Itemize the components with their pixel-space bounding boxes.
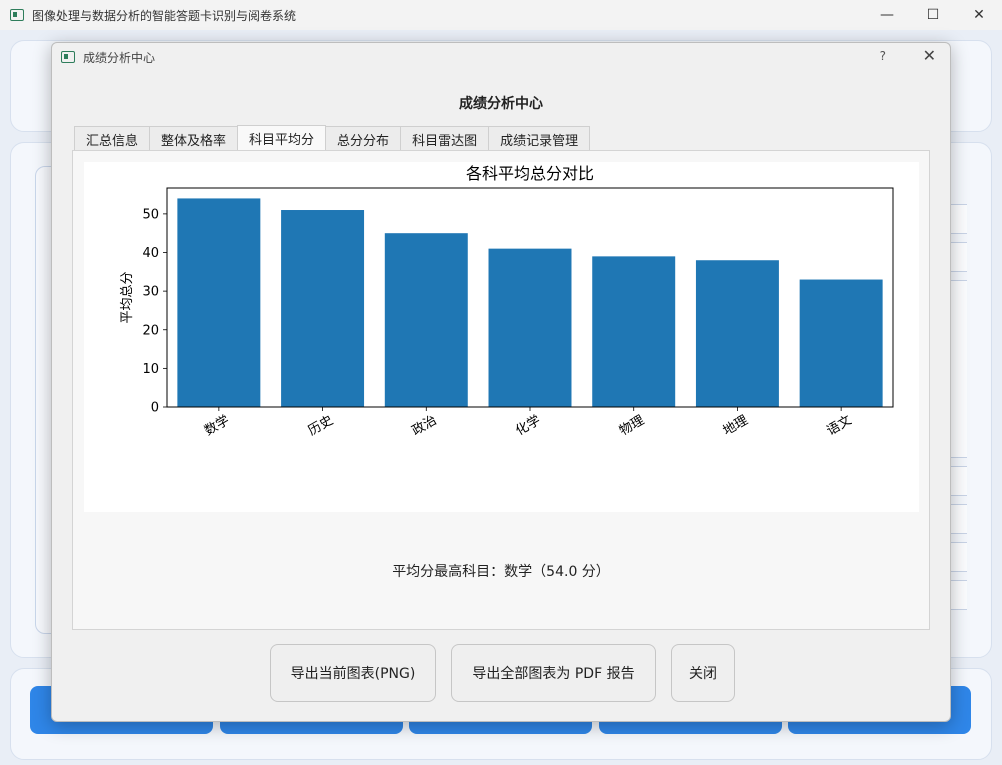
y-tick-label: 40 xyxy=(142,246,159,261)
main-title-bar: 图像处理与数据分析的智能答题卡识别与阅卷系统 — ☐ ✕ xyxy=(0,0,1002,30)
tab-record-management[interactable]: 成绩记录管理 xyxy=(488,126,591,151)
x-tick-label: 化学 xyxy=(513,412,544,439)
minimize-icon[interactable]: — xyxy=(864,0,910,30)
y-tick-label: 10 xyxy=(142,362,159,377)
tab-summary[interactable]: 汇总信息 xyxy=(74,126,151,151)
export-png-button[interactable]: 导出当前图表(PNG) xyxy=(270,644,436,702)
chart-area: 各科平均总分对比数学 历史 政治 化学 物理 地理 语文 0 10 20 30 40 50 平均总分 xyxy=(84,162,919,512)
tab-pass-rate[interactable]: 整体及格率 xyxy=(149,126,239,151)
chart-title: 各科平均总分对比 xyxy=(466,164,594,183)
tab-pane-subject-average: 各科平均总分对比数学 历史 政治 化学 物理 地理 语文 0 10 20 30 40 50 平均总分 平均… xyxy=(72,150,930,630)
dialog-close-icon[interactable]: ✕ xyxy=(923,46,936,65)
x-tick-label: 物理 xyxy=(617,413,647,439)
bar-数学 xyxy=(177,198,261,407)
y-tick-label: 20 xyxy=(142,323,159,338)
x-tick-label: 语文 xyxy=(824,413,854,439)
dialog-app-icon xyxy=(61,51,75,63)
bar-化学 xyxy=(488,248,572,407)
y-tick-label: 50 xyxy=(142,207,159,222)
bar-历史 xyxy=(281,210,365,407)
tab-score-distribution[interactable]: 总分分布 xyxy=(325,126,402,151)
tab-subject-average[interactable]: 科目平均分 xyxy=(237,125,327,151)
dialog-title: 成绩分析中心 xyxy=(83,50,156,65)
bar-物理 xyxy=(592,256,676,407)
y-axis-label: 平均总分 xyxy=(120,271,135,323)
y-tick-label: 30 xyxy=(142,285,159,300)
export-pdf-button[interactable]: 导出全部图表为 PDF 报告 xyxy=(451,644,656,702)
close-window-icon[interactable]: ✕ xyxy=(956,0,1002,30)
bar-政治 xyxy=(384,233,468,407)
x-tick-label: 地理 xyxy=(721,413,751,439)
main-window-title: 图像处理与数据分析的智能答题卡识别与阅卷系统 xyxy=(32,8,297,23)
y-tick-label: 0 xyxy=(151,401,159,416)
dialog-heading: 成绩分析中心 xyxy=(459,96,543,112)
bar-地理 xyxy=(695,260,779,407)
dialog-title-bar: 成绩分析中心 xyxy=(52,43,950,71)
tab-subject-radar[interactable]: 科目雷达图 xyxy=(400,126,490,151)
x-tick-label: 历史 xyxy=(306,413,336,439)
average-score-bar-chart: 各科平均总分对比数学 历史 政治 化学 物理 地理 语文 0 10 20 30 40 50 平均总分 xyxy=(120,164,894,439)
top-subject-summary: 平均分最高科目：数学（54.0 分） xyxy=(392,564,610,580)
x-tick-label: 数学 xyxy=(202,412,233,439)
x-tick-label: 政治 xyxy=(410,413,440,439)
close-button[interactable]: 关闭 xyxy=(671,644,735,702)
help-icon[interactable]: ? xyxy=(880,49,886,63)
window-controls: — ☐ ✕ xyxy=(864,0,1002,30)
app-icon xyxy=(10,9,24,21)
bar-语文 xyxy=(799,279,883,407)
analysis-dialog: 成绩分析中心 ? ✕ 成绩分析中心 汇总信息 整体及格率 科目平均分 总分分布 … xyxy=(51,42,951,722)
maximize-icon[interactable]: ☐ xyxy=(910,0,956,30)
tab-bar: 汇总信息 整体及格率 科目平均分 总分分布 科目雷达图 成绩记录管理 xyxy=(74,125,591,151)
